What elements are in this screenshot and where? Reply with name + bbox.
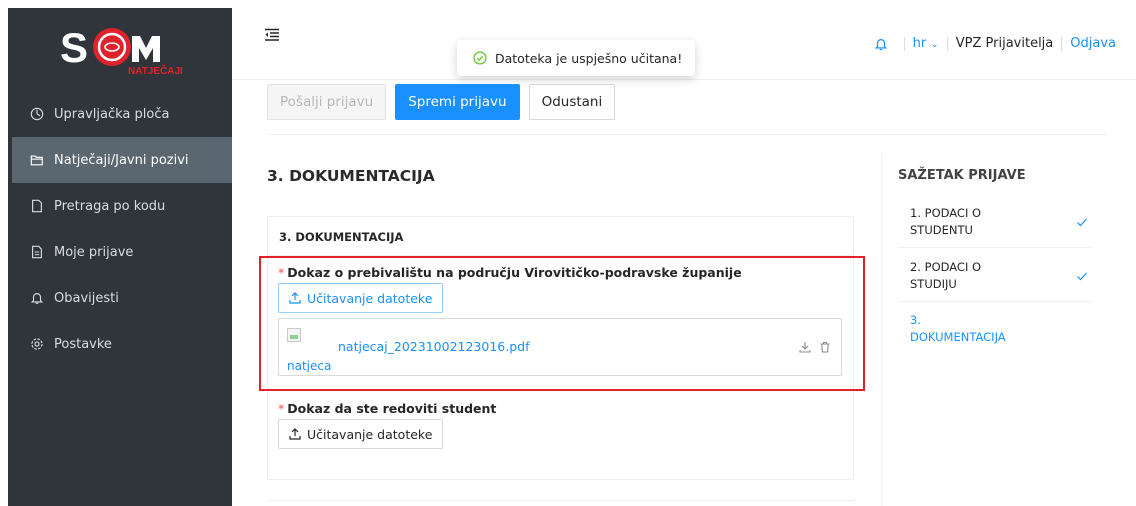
sidebar-item-label: Natječaji/Javni pozivi bbox=[54, 152, 189, 168]
sidebar-item-natjecaji[interactable]: Natječaji/Javni pozivi bbox=[12, 137, 232, 183]
student-proof-label: * Dokaz da ste redoviti student bbox=[278, 401, 497, 416]
divider bbox=[898, 247, 1092, 248]
toast-message: Datoteka je uspješno učitana! bbox=[495, 50, 683, 66]
highlight-box bbox=[259, 256, 865, 391]
check-icon bbox=[1077, 272, 1087, 281]
top-right-menu: hr ⌄ VPZ Prijavitelja Odjava bbox=[874, 36, 1116, 51]
section-title: 3. DOKUMENTACIJA bbox=[267, 167, 435, 185]
svg-text:S: S bbox=[60, 24, 88, 71]
check-circle-icon bbox=[473, 51, 487, 65]
required-asterisk: * bbox=[278, 401, 285, 416]
cancel-button[interactable]: Odustani bbox=[528, 84, 616, 120]
sidebar-item-dashboard[interactable]: Upravljačka ploča bbox=[8, 91, 232, 137]
gear-icon bbox=[29, 336, 45, 352]
divider bbox=[881, 155, 882, 506]
divider bbox=[1061, 36, 1063, 51]
upload-student-proof-button[interactable]: Učitavanje datoteke bbox=[278, 419, 444, 449]
summary-item-study[interactable]: 2. PODACI O STUDIJU bbox=[910, 259, 1088, 293]
user-name: VPZ Prijavitelja bbox=[955, 36, 1054, 51]
success-toast: Datoteka je uspješno učitana! bbox=[457, 40, 695, 76]
summary-item-student[interactable]: 1. PODACI O STUDENTU bbox=[910, 205, 1088, 239]
send-application-button[interactable]: Pošalji prijavu bbox=[267, 84, 387, 120]
dashboard-icon bbox=[29, 106, 45, 122]
sidebar-item-moje-prijave[interactable]: Moje prijave bbox=[8, 229, 232, 275]
form-actions: Pošalji prijavu Spremi prijavu Odustani bbox=[267, 84, 616, 120]
summary-item-documentation[interactable]: 3. DOKUMENTACIJA bbox=[910, 312, 1088, 346]
logout-link[interactable]: Odjava bbox=[1070, 36, 1116, 51]
language-select[interactable]: hr ⌄ bbox=[913, 36, 939, 51]
sidebar-item-label: Upravljačka ploča bbox=[54, 106, 170, 122]
sidebar-item-label: Postavke bbox=[54, 336, 112, 352]
divider bbox=[267, 134, 1107, 135]
notifications-bell-icon[interactable] bbox=[874, 37, 888, 51]
sidebar-item-label: Moje prijave bbox=[54, 244, 134, 260]
chevron-down-icon: ⌄ bbox=[930, 39, 939, 50]
logo-subtitle: NATJEČAJI bbox=[128, 64, 183, 77]
upload-icon bbox=[289, 428, 301, 440]
check-icon bbox=[1077, 218, 1087, 227]
sidebar-item-label: Obavijesti bbox=[54, 290, 119, 306]
sidebar-item-obavijesti[interactable]: Obavijesti bbox=[8, 275, 232, 321]
save-application-button[interactable]: Spremi prijavu bbox=[395, 84, 520, 120]
divider bbox=[946, 36, 948, 51]
card-title: 3. DOKUMENTACIJA bbox=[279, 230, 404, 244]
sidebar-nav: Upravljačka ploča Natječaji/Javni pozivi… bbox=[8, 91, 232, 367]
sidebar: S NATJEČAJI Upravljačka ploča Natječaji/… bbox=[8, 8, 232, 506]
folder-open-icon bbox=[29, 152, 45, 168]
file-icon bbox=[29, 198, 45, 214]
divider bbox=[903, 36, 905, 51]
sidebar-item-pretraga[interactable]: Pretraga po kodu bbox=[8, 183, 232, 229]
menu-fold-icon[interactable] bbox=[264, 27, 280, 43]
sidebar-item-label: Pretraga po kodu bbox=[54, 198, 166, 214]
file-text-icon bbox=[29, 244, 45, 260]
sidebar-item-postavke[interactable]: Postavke bbox=[8, 321, 232, 367]
divider bbox=[267, 500, 854, 501]
divider bbox=[898, 301, 1092, 302]
bell-icon bbox=[29, 290, 45, 306]
summary-title: SAŽETAK PRIJAVE bbox=[898, 168, 1026, 183]
app-logo[interactable]: S NATJEČAJI bbox=[56, 18, 196, 78]
